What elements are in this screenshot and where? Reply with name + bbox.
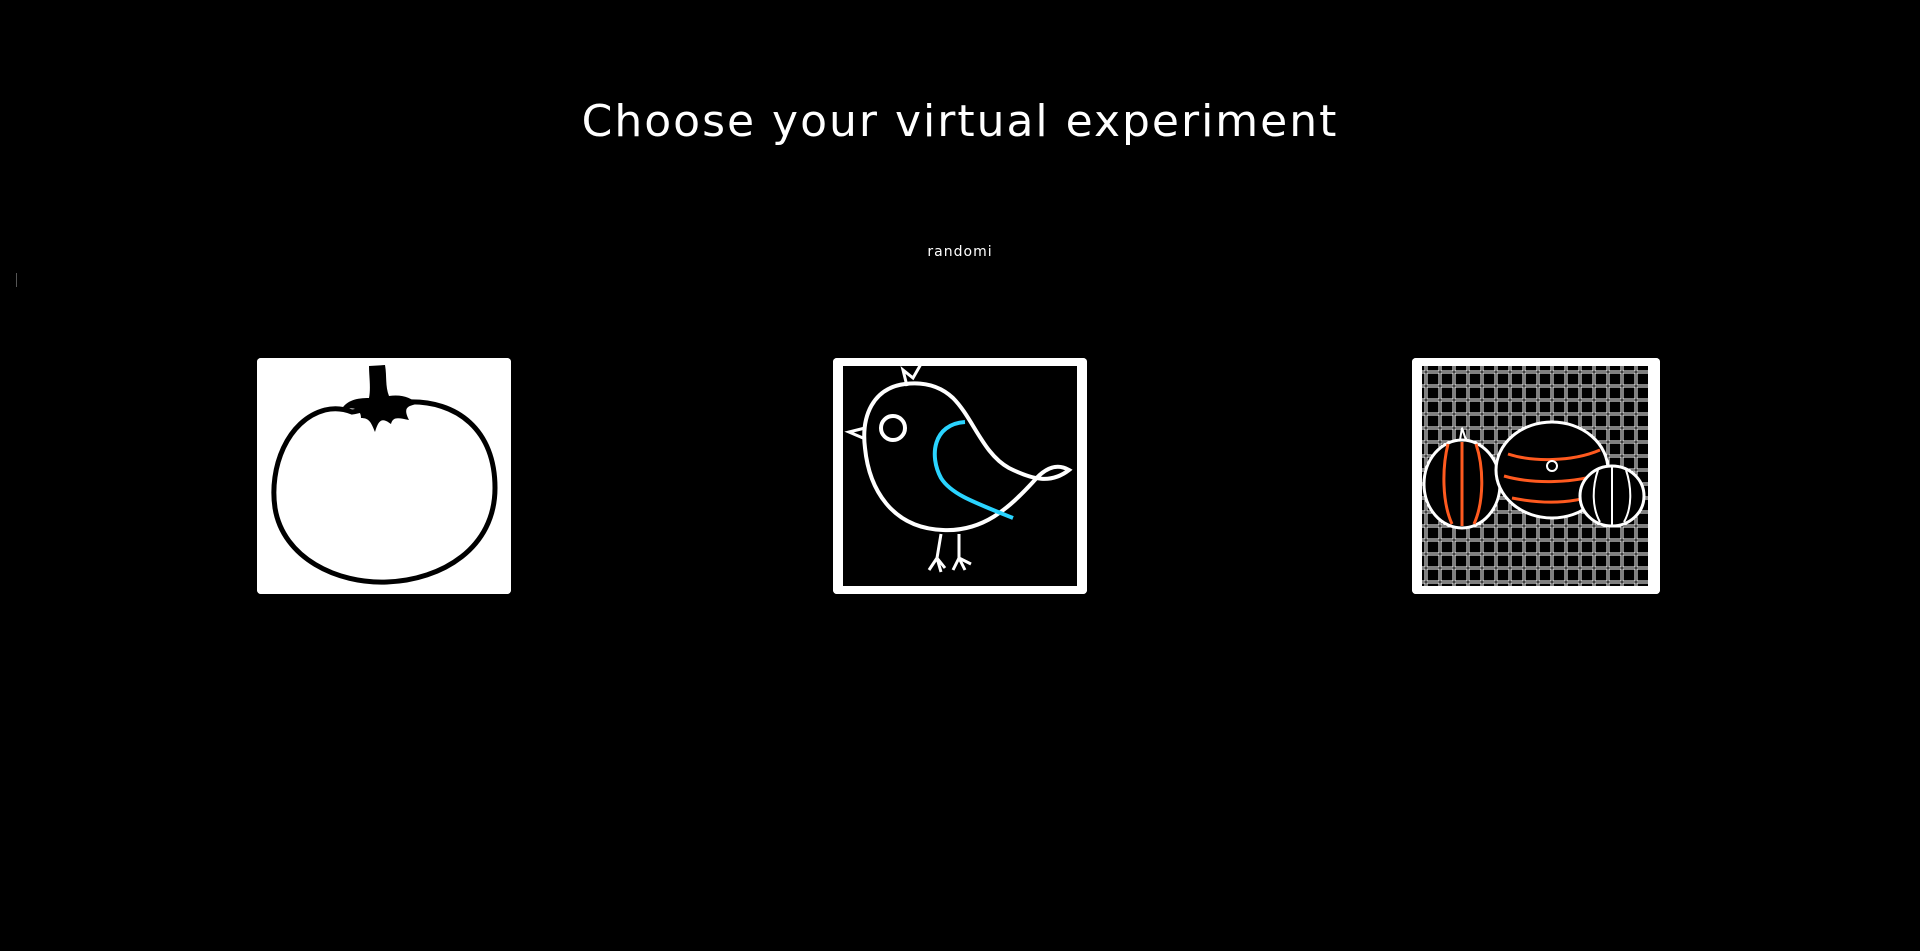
bird-outline-icon (833, 358, 1087, 594)
page-title: Choose your virtual experiment (581, 96, 1339, 147)
tomato-outline-icon (257, 358, 511, 594)
experiment-card-bird[interactable] (833, 358, 1087, 594)
experiment-card-pumpkins[interactable] (1412, 358, 1660, 594)
pumpkins-edge-icon (1412, 358, 1660, 594)
experiment-card-tomato[interactable] (257, 358, 511, 594)
random-experiment-link[interactable]: randomi (910, 240, 1010, 264)
text-cursor-mark (16, 273, 17, 287)
